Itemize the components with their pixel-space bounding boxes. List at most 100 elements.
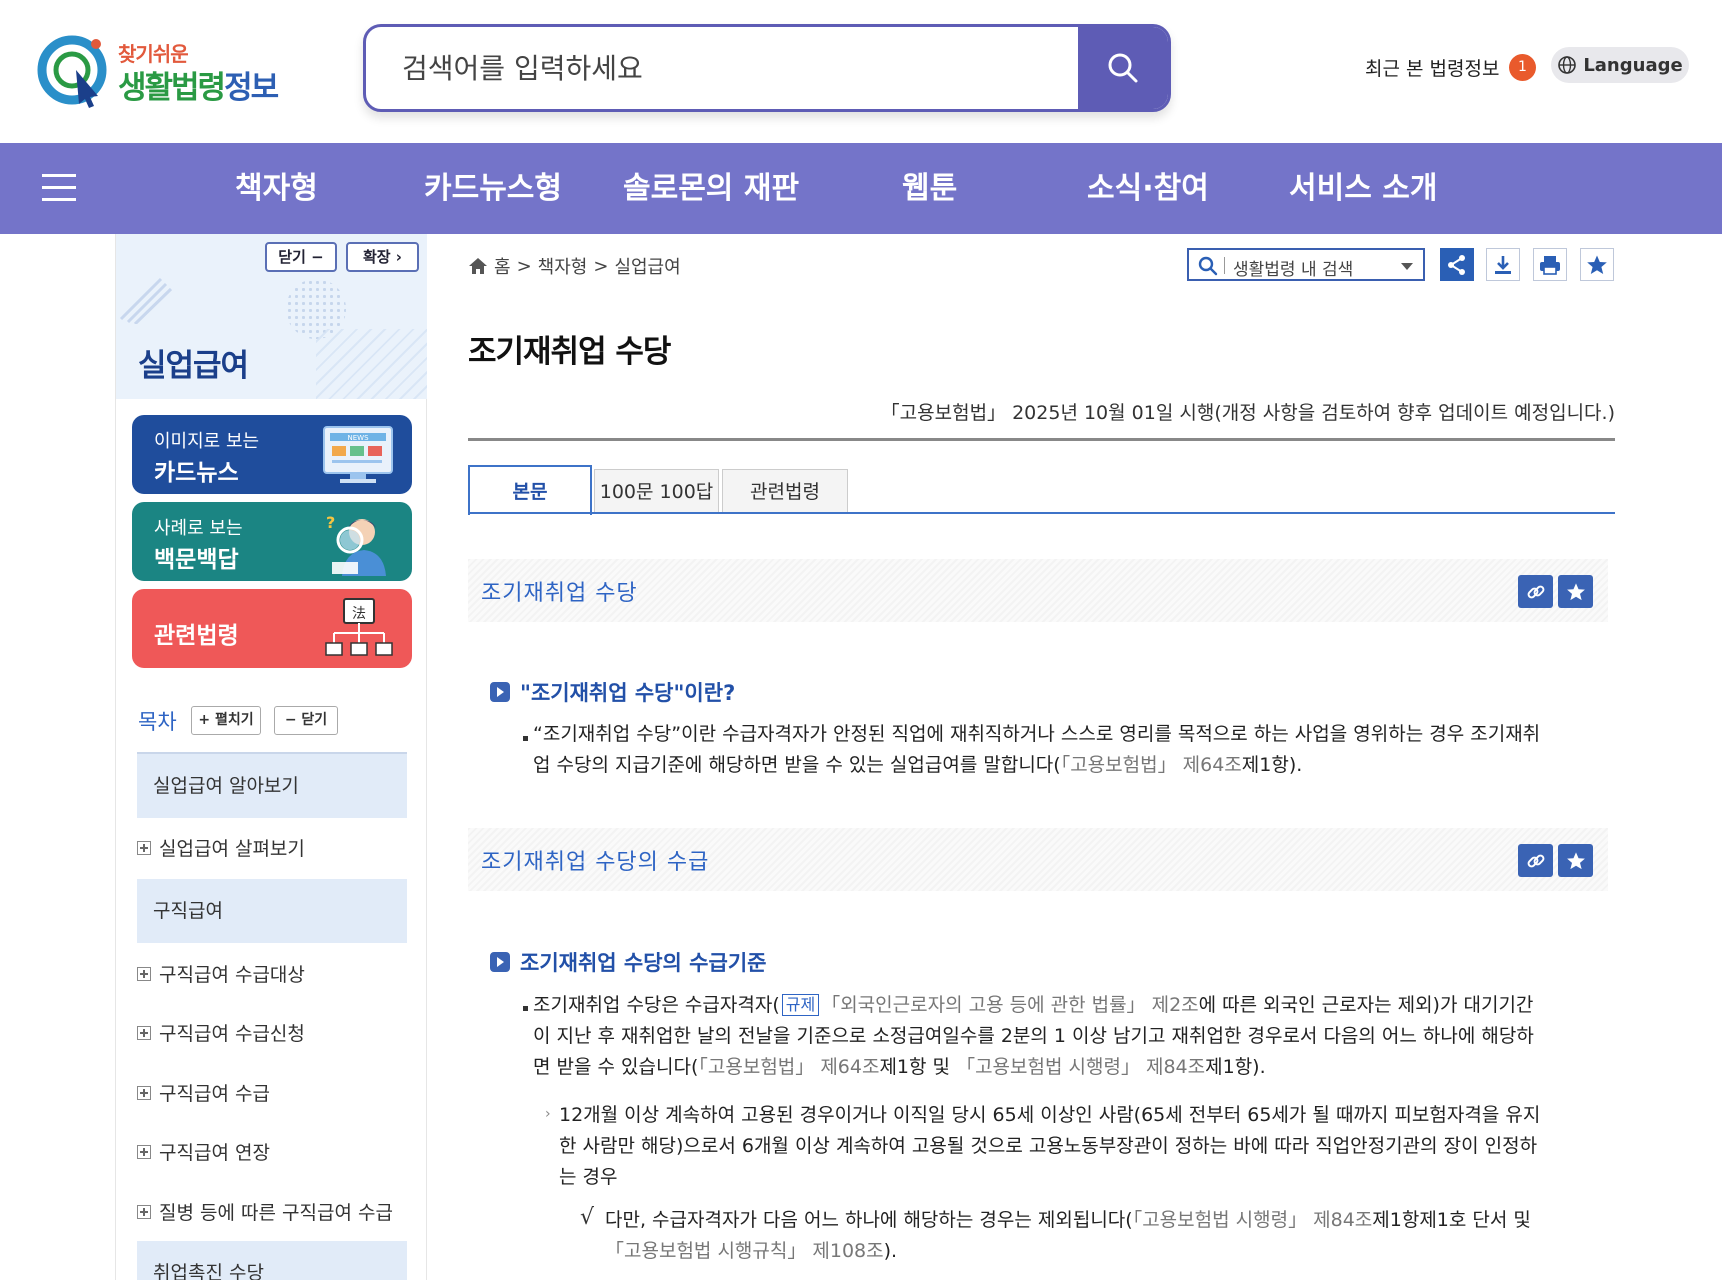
logo-title: 생활법령정보 [118, 62, 279, 107]
star-icon [1566, 851, 1585, 869]
search-icon [1108, 53, 1138, 83]
language-button[interactable]: Language [1551, 47, 1689, 83]
expand-plus-icon [137, 966, 151, 981]
title-divider [468, 438, 1615, 441]
search-input[interactable] [402, 27, 1082, 109]
globe-icon [1558, 56, 1577, 74]
paragraph-text: 제1항). [1205, 1056, 1266, 1078]
paragraph-text: 업 수당의 지급기준에 해당하면 받을 수 있는 실업급여를 말합니다( [533, 754, 1061, 776]
cardnews-card[interactable]: 이미지로 보는 카드뉴스 NEWS [132, 415, 412, 494]
paragraph-line: 12개월 이상 계속하여 고용된 경우이거나 이직일 당시 65세 이상인 사람… [559, 1104, 1541, 1126]
toc-item[interactable]: 실업급여 살펴보기 [137, 834, 305, 861]
paragraph-line: “조기재취업 수당”이란 수급자격자가 안정된 직업에 재취직하거나 스스로 영… [533, 723, 1541, 745]
sidebar-expand-button[interactable]: 확장 › [346, 242, 419, 272]
bookmark-button[interactable] [1580, 248, 1614, 281]
expand-plus-icon [137, 1204, 151, 1219]
nav-item-webtoon[interactable]: 웹툰 [902, 143, 957, 234]
related-laws-card[interactable]: 관련법령 法 [132, 589, 412, 668]
chevron-down-icon [1401, 263, 1413, 270]
question-title: 조기재취업 수당의 수급기준 [520, 951, 767, 975]
toc-collapse-button[interactable]: − 닫기 [274, 706, 338, 735]
toc-item[interactable]: 질병 등에 따른 구직급여 수급 [137, 1198, 393, 1225]
question-heading: 조기재취업 수당의 수급기준 [490, 947, 766, 977]
toc-section-overview[interactable]: 실업급여 알아보기 [137, 754, 407, 818]
share-icon [1448, 254, 1465, 275]
expand-plus-icon [137, 840, 151, 855]
copy-link-button[interactable] [1518, 575, 1553, 608]
expand-plus-icon [137, 1025, 151, 1040]
paragraph-line: 이 지난 후 재취업한 날의 전날을 기준으로 소정급여일수를 2분의 1 이상… [533, 1025, 1534, 1047]
breadcrumb-home[interactable]: 홈 [494, 253, 511, 279]
search-separator [1224, 257, 1225, 274]
tab-faq[interactable]: 100문 100답 [594, 469, 719, 513]
section-bookmark-button[interactable] [1558, 844, 1593, 877]
share-button[interactable] [1440, 248, 1474, 281]
law-tree-label: 法 [352, 606, 366, 622]
section-header: 조기재취업 수당 [468, 559, 1608, 622]
law-reference-link[interactable]: 「고용보험법 시행령」 제84조 [1133, 1209, 1373, 1231]
paragraph-text: 에 따른 외국인 근로자는 제외)가 대기기간 [1198, 994, 1534, 1016]
download-button[interactable] [1486, 248, 1520, 281]
breadcrumb-level1[interactable]: 책자형 [538, 253, 588, 279]
nav-item-cardnews[interactable]: 카드뉴스형 [424, 143, 562, 234]
menu-icon[interactable] [42, 174, 76, 202]
site-logo[interactable]: 찾기쉬운 생활법령정보 [36, 30, 286, 110]
breadcrumb: 홈 > 책자형 > 실업급여 [468, 253, 681, 279]
regulation-tag[interactable]: 규제 [781, 994, 820, 1016]
law-search-select[interactable]: 생활법령 내 검색 [1187, 248, 1425, 281]
paragraph-line: 업 수당의 지급기준에 해당하면 받을 수 있는 실업급여를 말합니다(「고용보… [533, 750, 1593, 781]
law-search-label: 생활법령 내 검색 [1233, 260, 1354, 280]
tab-related-laws[interactable]: 관련법령 [722, 469, 848, 513]
faq-card-title: 백문백답 [154, 547, 239, 573]
toc-item[interactable]: 구직급여 수급대상 [137, 960, 305, 987]
toc-item[interactable]: 구직급여 연장 [137, 1138, 270, 1165]
nav-item-solomon[interactable]: 솔로몬의 재판 [623, 143, 799, 234]
toc-item[interactable]: 구직급여 수급신청 [137, 1019, 305, 1046]
paragraph-line: 조기재취업 수당은 수급자격자(규제 「외국인근로자의 고용 등에 관한 법률」 … [533, 990, 1598, 1021]
breadcrumb-current: 실업급여 [614, 257, 681, 278]
toc-item-label: 구직급여 수급 [159, 1083, 270, 1105]
sidebar-header: 닫기 − 확장 › 실업급여 [116, 234, 427, 399]
decor-lines [119, 277, 173, 324]
breadcrumb-separator: > [593, 255, 609, 277]
law-reference-link[interactable]: 「고용보험법」 제64조 [1061, 754, 1242, 776]
toc-section-employment[interactable]: 취업촉진 수당 [137, 1241, 407, 1280]
bullet-icon [523, 736, 528, 741]
paragraph-line: 한 사람만 해당)으로서 6개월 이상 계속하여 고용될 것으로 고용노동부장관… [559, 1135, 1538, 1157]
print-icon [1540, 255, 1560, 275]
search-button[interactable] [1078, 27, 1168, 109]
paragraph: 조기재취업 수당은 수급자격자(규제 「외국인근로자의 고용 등에 관한 법률」 … [533, 990, 1598, 1083]
law-tree-icon: 法 [325, 598, 393, 656]
law-reference-link[interactable]: 「고용보험법 시행규칙」 제108조 [605, 1240, 884, 1262]
section-title: 조기재취업 수당 [481, 581, 638, 606]
recent-laws-link[interactable]: 최근 본 법령정보 [1365, 54, 1499, 81]
note-paragraph: 다만, 수급자격자가 다음 어느 하나에 해당하는 경우는 제외됩니다(「고용보… [605, 1205, 1595, 1267]
home-icon[interactable] [468, 257, 488, 275]
toc-item[interactable]: 구직급여 수급 [137, 1079, 270, 1106]
nav-item-about[interactable]: 서비스 소개 [1289, 143, 1437, 234]
paragraph-text: 다만, 수급자격자가 다음 어느 하나에 해당하는 경우는 제외됩니다( [605, 1209, 1133, 1231]
print-button[interactable] [1533, 248, 1567, 281]
toc-section-jobseeking[interactable]: 구직급여 [137, 879, 407, 943]
law-effective-info: 「고용보험법」 2025년 10월 01일 시행(개정 사항을 검토하여 향후 … [880, 402, 1615, 424]
law-reference-link[interactable]: 「고용보험법 시행령」 제84조 [956, 1056, 1205, 1078]
toc-expand-button[interactable]: + 펼치기 [191, 706, 261, 735]
svg-text:?: ? [326, 513, 335, 532]
star-icon [1587, 255, 1607, 274]
nav-item-book[interactable]: 책자형 [235, 143, 318, 234]
faq-card[interactable]: 사례로 보는 백문백답 ? [132, 502, 412, 581]
paragraph-text: 조기재취업 수당은 수급자격자( [533, 994, 780, 1016]
copy-link-button[interactable] [1518, 844, 1553, 877]
paragraph-text: 면 받을 수 있습니다( [533, 1056, 699, 1078]
section-bookmark-button[interactable] [1558, 575, 1593, 608]
check-mark-icon: √ [580, 1205, 595, 1230]
law-reference-link[interactable]: 「고용보험법」 제64조 [698, 1056, 879, 1078]
search-icon [1198, 256, 1218, 276]
tab-main-text[interactable]: 본문 [468, 465, 592, 515]
sidebar-collapse-button[interactable]: 닫기 − [265, 242, 337, 272]
nav-item-news[interactable]: 소식·참여 [1087, 143, 1209, 234]
sub-paragraph: 12개월 이상 계속하여 고용된 경우이거나 이직일 당시 65세 이상인 사람… [559, 1100, 1599, 1193]
law-reference-link[interactable]: 「외국인근로자의 고용 등에 관한 법률」 제2조 [821, 994, 1198, 1016]
toc-item-label: 구직급여 수급대상 [159, 964, 305, 986]
paragraph-line: 「고용보험법 시행규칙」 제108조). [605, 1236, 1595, 1267]
